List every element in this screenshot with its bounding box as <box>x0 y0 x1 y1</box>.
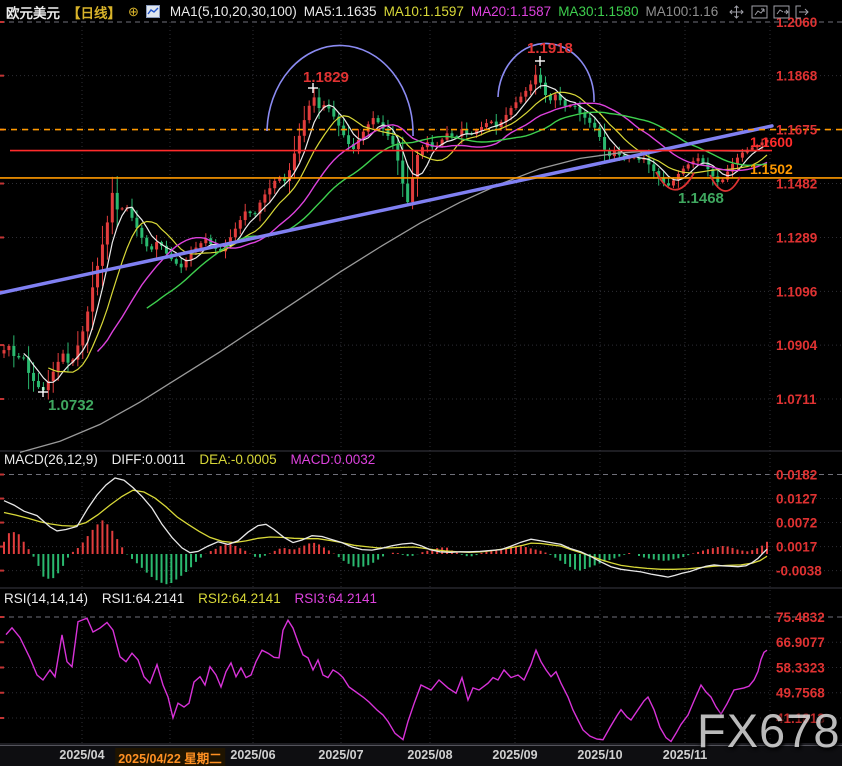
pane-maximize-icon[interactable] <box>751 5 768 19</box>
axis-label: 75.4832 <box>776 610 825 625</box>
macd-layer <box>4 478 767 584</box>
level-label: 1.1502 <box>750 161 793 177</box>
date-label-highlight: 2025/04/22 星期二 <box>115 748 225 766</box>
diff-line <box>4 478 767 577</box>
axis-label: 1.1675 <box>776 123 818 138</box>
right-axis-labels: 1.20601.18681.16751.14821.12891.10961.09… <box>776 15 825 726</box>
rsi-header: RSI(14,14,14) RSI1:64.2141 RSI2:64.2141 … <box>4 591 387 606</box>
axis-label: 1.0711 <box>776 392 817 407</box>
ma30-line <box>147 112 767 308</box>
rsi2-value: RSI2:64.2141 <box>198 591 281 606</box>
rsi3-value: RSI3:64.2141 <box>294 591 377 606</box>
axis-label: 58.3323 <box>776 660 825 675</box>
price-annotation: 1.1468 <box>678 190 724 207</box>
axis-label: 0.0182 <box>776 468 817 483</box>
date-label: 2025/10 <box>577 748 622 762</box>
date-label: 2025/09 <box>492 748 537 762</box>
indicator-settings-icon[interactable]: ⊕ <box>128 4 139 20</box>
mini-chart-icon[interactable] <box>146 5 163 19</box>
axis-label: 1.1096 <box>776 284 818 299</box>
price-annotation: 1.1829 <box>303 69 349 86</box>
axis-label: 49.7568 <box>776 686 825 701</box>
date-label: 2025/06 <box>230 748 275 762</box>
exit-fullscreen-icon[interactable] <box>795 5 812 19</box>
macd-macd-value: MACD:0.0032 <box>290 452 375 467</box>
rsi1-value: RSI1:64.2141 <box>102 591 185 606</box>
price-annotation: 1.1918 <box>527 40 573 57</box>
macd-diff-value: DIFF:0.0011 <box>112 452 186 467</box>
dea-line <box>4 490 767 569</box>
macd-title: MACD(26,12,9) <box>4 452 98 467</box>
chart-header: 欧元美元 【日线】 ⊕ MA1(5,10,20,30,100) MA5:1.16… <box>0 0 842 22</box>
axis-label: 1.1289 <box>776 230 817 245</box>
axis-label: 1.0904 <box>776 338 818 353</box>
axis-label: 0.0072 <box>776 516 817 531</box>
ma5-value: MA5:1.1635 <box>304 4 377 19</box>
axis-label: 0.0127 <box>776 492 817 507</box>
axis-label: 66.9077 <box>776 635 825 650</box>
date-label: 2025/04 <box>59 748 104 762</box>
ma100-value: MA100:1.16 <box>646 4 719 19</box>
symbol-name: 欧元美元 <box>6 2 60 22</box>
grid-layer <box>0 22 842 745</box>
ma30-value: MA30:1.1580 <box>558 4 638 19</box>
date-label: 2025/08 <box>407 748 452 762</box>
macd-dea-value: DEA:-0.0005 <box>199 452 276 467</box>
pane-next-icon[interactable] <box>773 5 790 19</box>
ma-group-label: MA1(5,10,20,30,100) <box>170 4 297 19</box>
candles-layer <box>3 65 769 400</box>
ma20-value: MA20:1.1587 <box>471 4 551 19</box>
date-label: 2025/07 <box>318 748 363 762</box>
chart-canvas[interactable]: 1.16001.15021.18291.19181.07321.14681.20… <box>0 0 842 766</box>
ma100-line <box>20 151 770 453</box>
axis-label: 1.1868 <box>776 69 818 84</box>
ma10-value: MA10:1.1597 <box>384 4 464 19</box>
axis-label: -0.0038 <box>776 564 822 579</box>
watermark: FX678 <box>697 703 840 758</box>
rsi-line <box>6 618 767 741</box>
chart-window: 1.16001.15021.18291.19181.07321.14681.20… <box>0 0 842 766</box>
rsi-layer <box>6 618 767 741</box>
rsi-title: RSI(14,14,14) <box>4 591 88 606</box>
period-label[interactable]: 【日线】 <box>67 2 121 22</box>
chart-toolbar <box>729 5 836 19</box>
axis-label: 0.0017 <box>776 540 817 555</box>
macd-header: MACD(26,12,9) DIFF:0.0011 DEA:-0.0005 MA… <box>4 452 385 467</box>
price-annotation: 1.0732 <box>48 397 94 414</box>
pan-icon[interactable] <box>729 5 746 19</box>
axis-label: 1.1482 <box>776 177 817 192</box>
annotations-layer: 1.1829 1.1918 1.0732 1.1468 <box>38 40 724 414</box>
ma-lines-layer <box>20 86 770 453</box>
